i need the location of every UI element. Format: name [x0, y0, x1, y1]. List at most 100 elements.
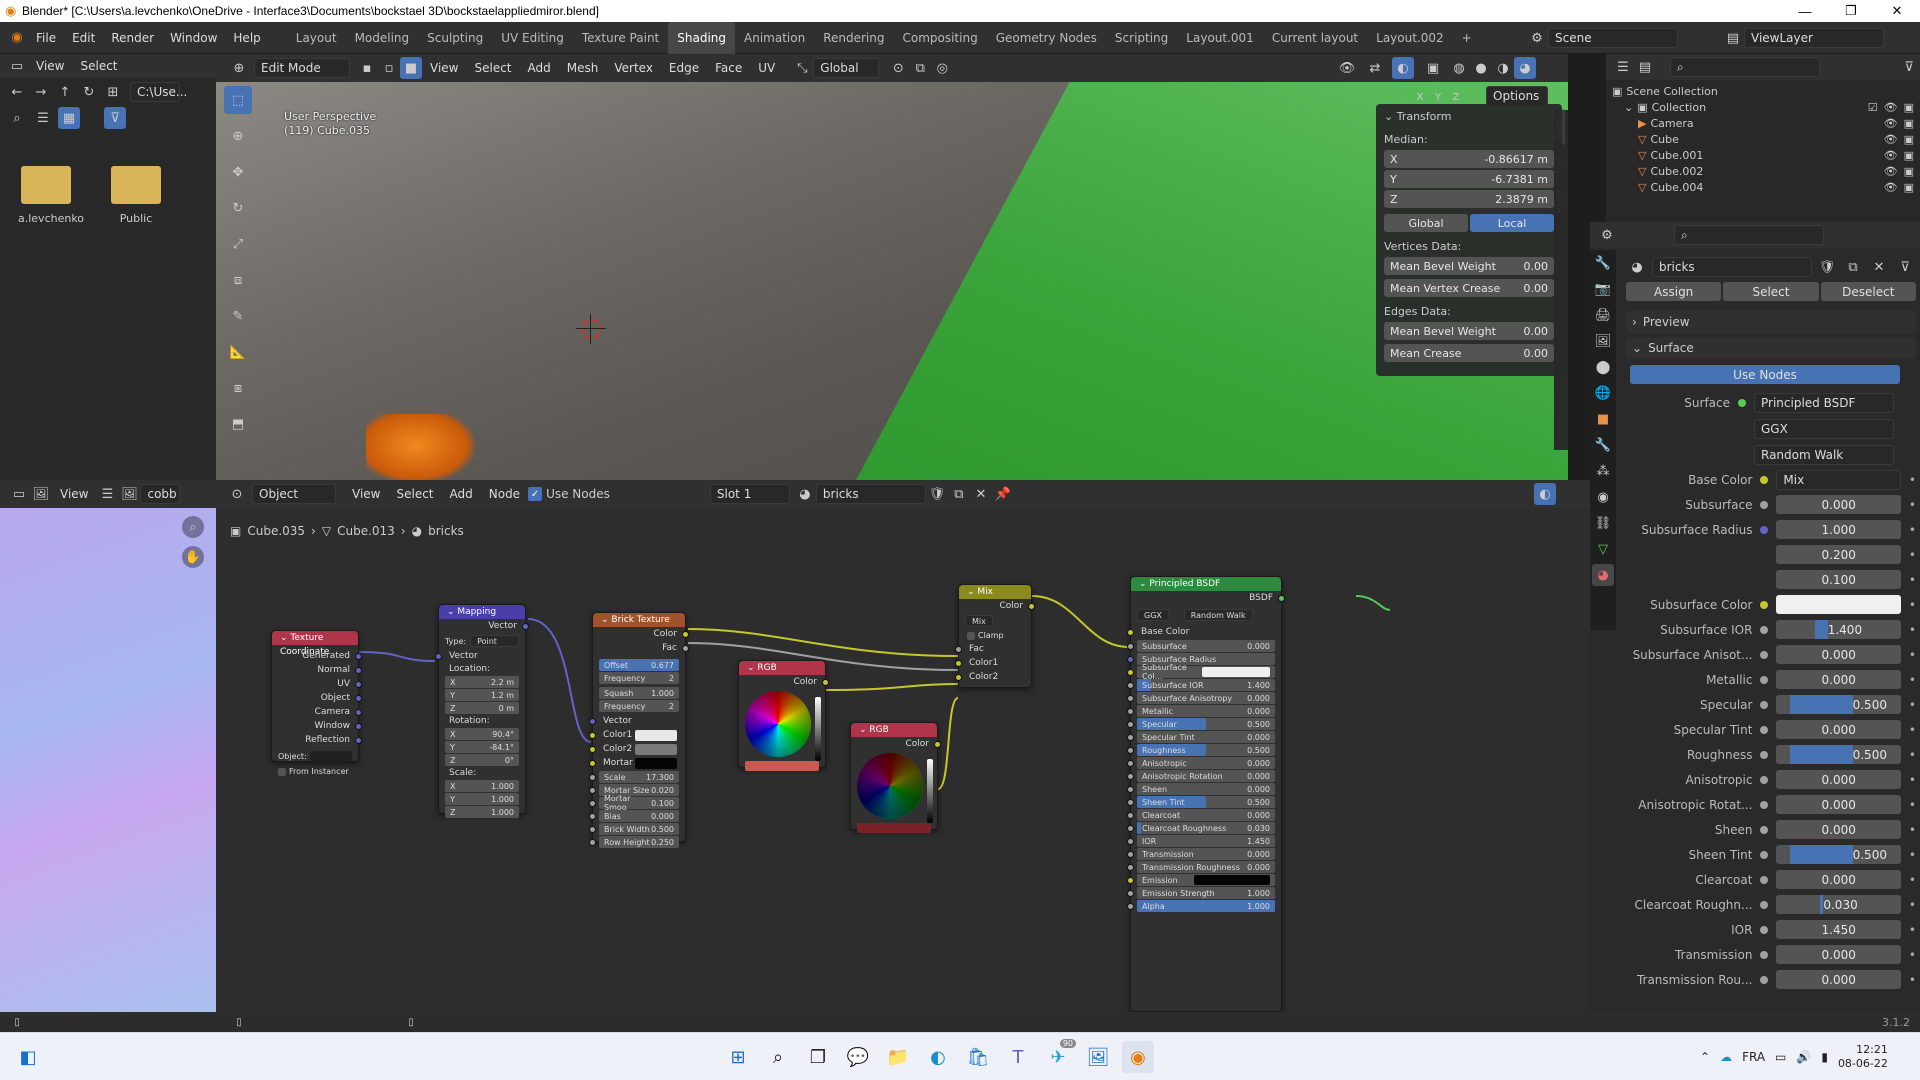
input-socket[interactable] [1127, 720, 1134, 728]
property-value-field[interactable]: 1.450 [1776, 920, 1901, 939]
node-header[interactable]: ⌄ Principled BSDF [1131, 577, 1281, 591]
property-value-field[interactable]: 0.200 [1776, 545, 1901, 564]
squash-field[interactable]: Squash 1.000 [599, 687, 679, 699]
input-socket[interactable] [1127, 902, 1134, 910]
property-value-field[interactable]: 0.000 [1776, 820, 1901, 839]
cursor-tool-icon[interactable]: ⊕ [224, 122, 252, 150]
vp-menu-uv[interactable]: UV [750, 54, 783, 84]
bsdf-input-field[interactable]: Transmission Roughness 0.000 [1127, 861, 1275, 873]
property-value-field[interactable]: 0.000 [1776, 870, 1901, 889]
mean-crease-field[interactable]: Mean Crease 0.00 [1384, 344, 1554, 362]
node-header[interactable]: ⌄ Mix [959, 585, 1031, 599]
teams-icon[interactable]: T [1002, 1041, 1034, 1073]
solid-shading-icon[interactable]: ● [1470, 57, 1492, 79]
hand-pan-icon[interactable]: ✋ [182, 546, 204, 568]
median-x-field[interactable]: X -0.86617 m [1384, 150, 1554, 168]
input-socket[interactable] [589, 745, 596, 753]
select-box-icon[interactable]: ⬚ [224, 86, 252, 114]
keyframe-icon[interactable]: • [1909, 548, 1916, 562]
subsurface-method-dropdown[interactable]: Random Walk [1754, 445, 1894, 465]
frequency-field[interactable]: Frequency 2 [599, 672, 679, 684]
eye-icon[interactable]: 👁 [1884, 132, 1898, 148]
3d-cursor-icon[interactable] [576, 314, 606, 344]
eye-icon[interactable]: 👁 [1884, 180, 1898, 196]
tab-compositing[interactable]: Compositing [893, 22, 986, 54]
node-header[interactable]: ⌄ RGB [851, 723, 937, 737]
bsdf-input-field[interactable]: Specular 0.500 [1127, 718, 1275, 730]
eye-icon[interactable]: 👁 [1884, 164, 1898, 180]
property-value-field[interactable]: 1.400 [1776, 620, 1901, 639]
keyframe-icon[interactable]: • [1909, 523, 1916, 537]
input-socket[interactable] [1127, 876, 1134, 884]
editor-type-icon[interactable]: ▭ [8, 483, 30, 505]
output-socket[interactable] [355, 722, 362, 730]
fb-select-menu[interactable]: Select [72, 54, 125, 78]
normal-map-image[interactable] [0, 508, 216, 1012]
folder-item[interactable]: Public [108, 166, 164, 225]
input-socket[interactable] [1127, 655, 1134, 663]
clock[interactable]: 12:21 08-06-22 [1838, 1043, 1888, 1071]
from-instancer-row[interactable]: From Instancer [272, 765, 358, 778]
wireframe-shading-icon[interactable]: ◍ [1448, 57, 1470, 79]
snap-icon[interactable]: ⧉ [909, 57, 931, 79]
chat-icon[interactable]: 💬 [842, 1041, 874, 1073]
outliner-item[interactable]: ▽ Cube.002 👁 ▣ [1612, 164, 1914, 180]
input-socket[interactable] [1127, 733, 1134, 741]
task-view-icon[interactable]: ❐ [802, 1041, 834, 1073]
keyframe-icon[interactable]: • [1909, 723, 1916, 737]
brick-param-field[interactable]: Mortar Smoo 0.100 [589, 794, 679, 812]
search-icon[interactable]: ⌕ [6, 107, 28, 129]
node-header[interactable]: ⌄ Mapping [439, 605, 525, 619]
keyframe-icon[interactable]: • [1909, 948, 1916, 962]
data-tab-icon[interactable]: ▽ [1592, 538, 1614, 560]
mapping-rot-field[interactable]: Z 0° [445, 754, 519, 766]
input-socket[interactable] [589, 773, 596, 781]
keyframe-icon[interactable]: • [1909, 873, 1916, 887]
mean-bevel-weight-field[interactable]: Mean Bevel Weight 0.00 [1384, 257, 1554, 275]
blender-menu-icon[interactable]: ◉ [6, 27, 28, 49]
object-picker[interactable] [309, 751, 352, 761]
keyframe-icon[interactable]: • [1909, 848, 1916, 862]
filter-icon[interactable]: ⊽ [1898, 56, 1920, 78]
input-socket[interactable] [589, 838, 596, 846]
blender-taskbar-icon[interactable]: ◉ [1122, 1041, 1154, 1073]
menu-window[interactable]: Window [162, 22, 225, 54]
median-z-field[interactable]: Z 2.3879 m [1384, 190, 1554, 208]
clamp-row[interactable]: Clamp [959, 629, 1031, 642]
search-icon[interactable]: ⌕ [762, 1041, 794, 1073]
render-tab-icon[interactable]: 📷 [1592, 278, 1614, 300]
rgb-color-swatch[interactable] [745, 761, 819, 771]
refresh-icon[interactable]: ↻ [78, 81, 100, 103]
local-toggle[interactable]: Local [1470, 214, 1554, 232]
face-select-icon[interactable]: ■ [400, 57, 422, 79]
instancer-checkbox[interactable] [278, 767, 286, 776]
editor-type-icon[interactable]: ☰ [1612, 56, 1634, 78]
deselect-button[interactable]: Deselect [1820, 282, 1916, 301]
input-socket[interactable] [1127, 681, 1134, 689]
move-tool-icon[interactable]: ✥ [224, 158, 252, 186]
principled-bsdf-node[interactable]: ⌄ Principled BSDF BSDF GGX Random Walk B… [1127, 576, 1285, 1012]
scale-tool-icon[interactable]: ⤢ [224, 230, 252, 258]
input-socket[interactable] [955, 645, 962, 653]
file-explorer-icon[interactable]: 📁 [882, 1041, 914, 1073]
forward-icon[interactable]: → [30, 81, 52, 103]
input-socket[interactable] [1127, 889, 1134, 897]
assign-button[interactable]: Assign [1626, 282, 1722, 301]
keyframe-icon[interactable]: • [1909, 923, 1916, 937]
mapping-type-dropdown[interactable]: Point [470, 635, 519, 647]
camera-restrict-icon[interactable]: ▣ [1904, 100, 1914, 116]
bsdf-input-field[interactable]: Subsurface Col... [1127, 663, 1275, 681]
mapping-node[interactable]: ⌄ Mapping Vector Type: Point Vector Locat… [435, 604, 529, 818]
bsdf-input-field[interactable]: Subsurface 0.000 [1127, 640, 1275, 652]
bsdf-input-field[interactable]: Anisotropic Rotation 0.000 [1127, 770, 1275, 782]
rendered-shading-icon[interactable]: ◕ [1514, 57, 1536, 79]
physics-tab-icon[interactable]: ◉ [1592, 486, 1614, 508]
bsdf-input-field[interactable]: Subsurface IOR 1.400 [1127, 679, 1275, 691]
xray-icon[interactable]: ▣ [1422, 57, 1444, 79]
edge-select-icon[interactable]: ▫ [378, 57, 400, 79]
input-socket[interactable] [1127, 772, 1134, 780]
tab-shading[interactable]: Shading [668, 21, 735, 54]
property-value-field[interactable]: 0.000 [1776, 795, 1901, 814]
bsdf-input-field[interactable]: IOR 1.450 [1127, 835, 1275, 847]
hamburger-icon[interactable]: ☰ [96, 483, 118, 505]
